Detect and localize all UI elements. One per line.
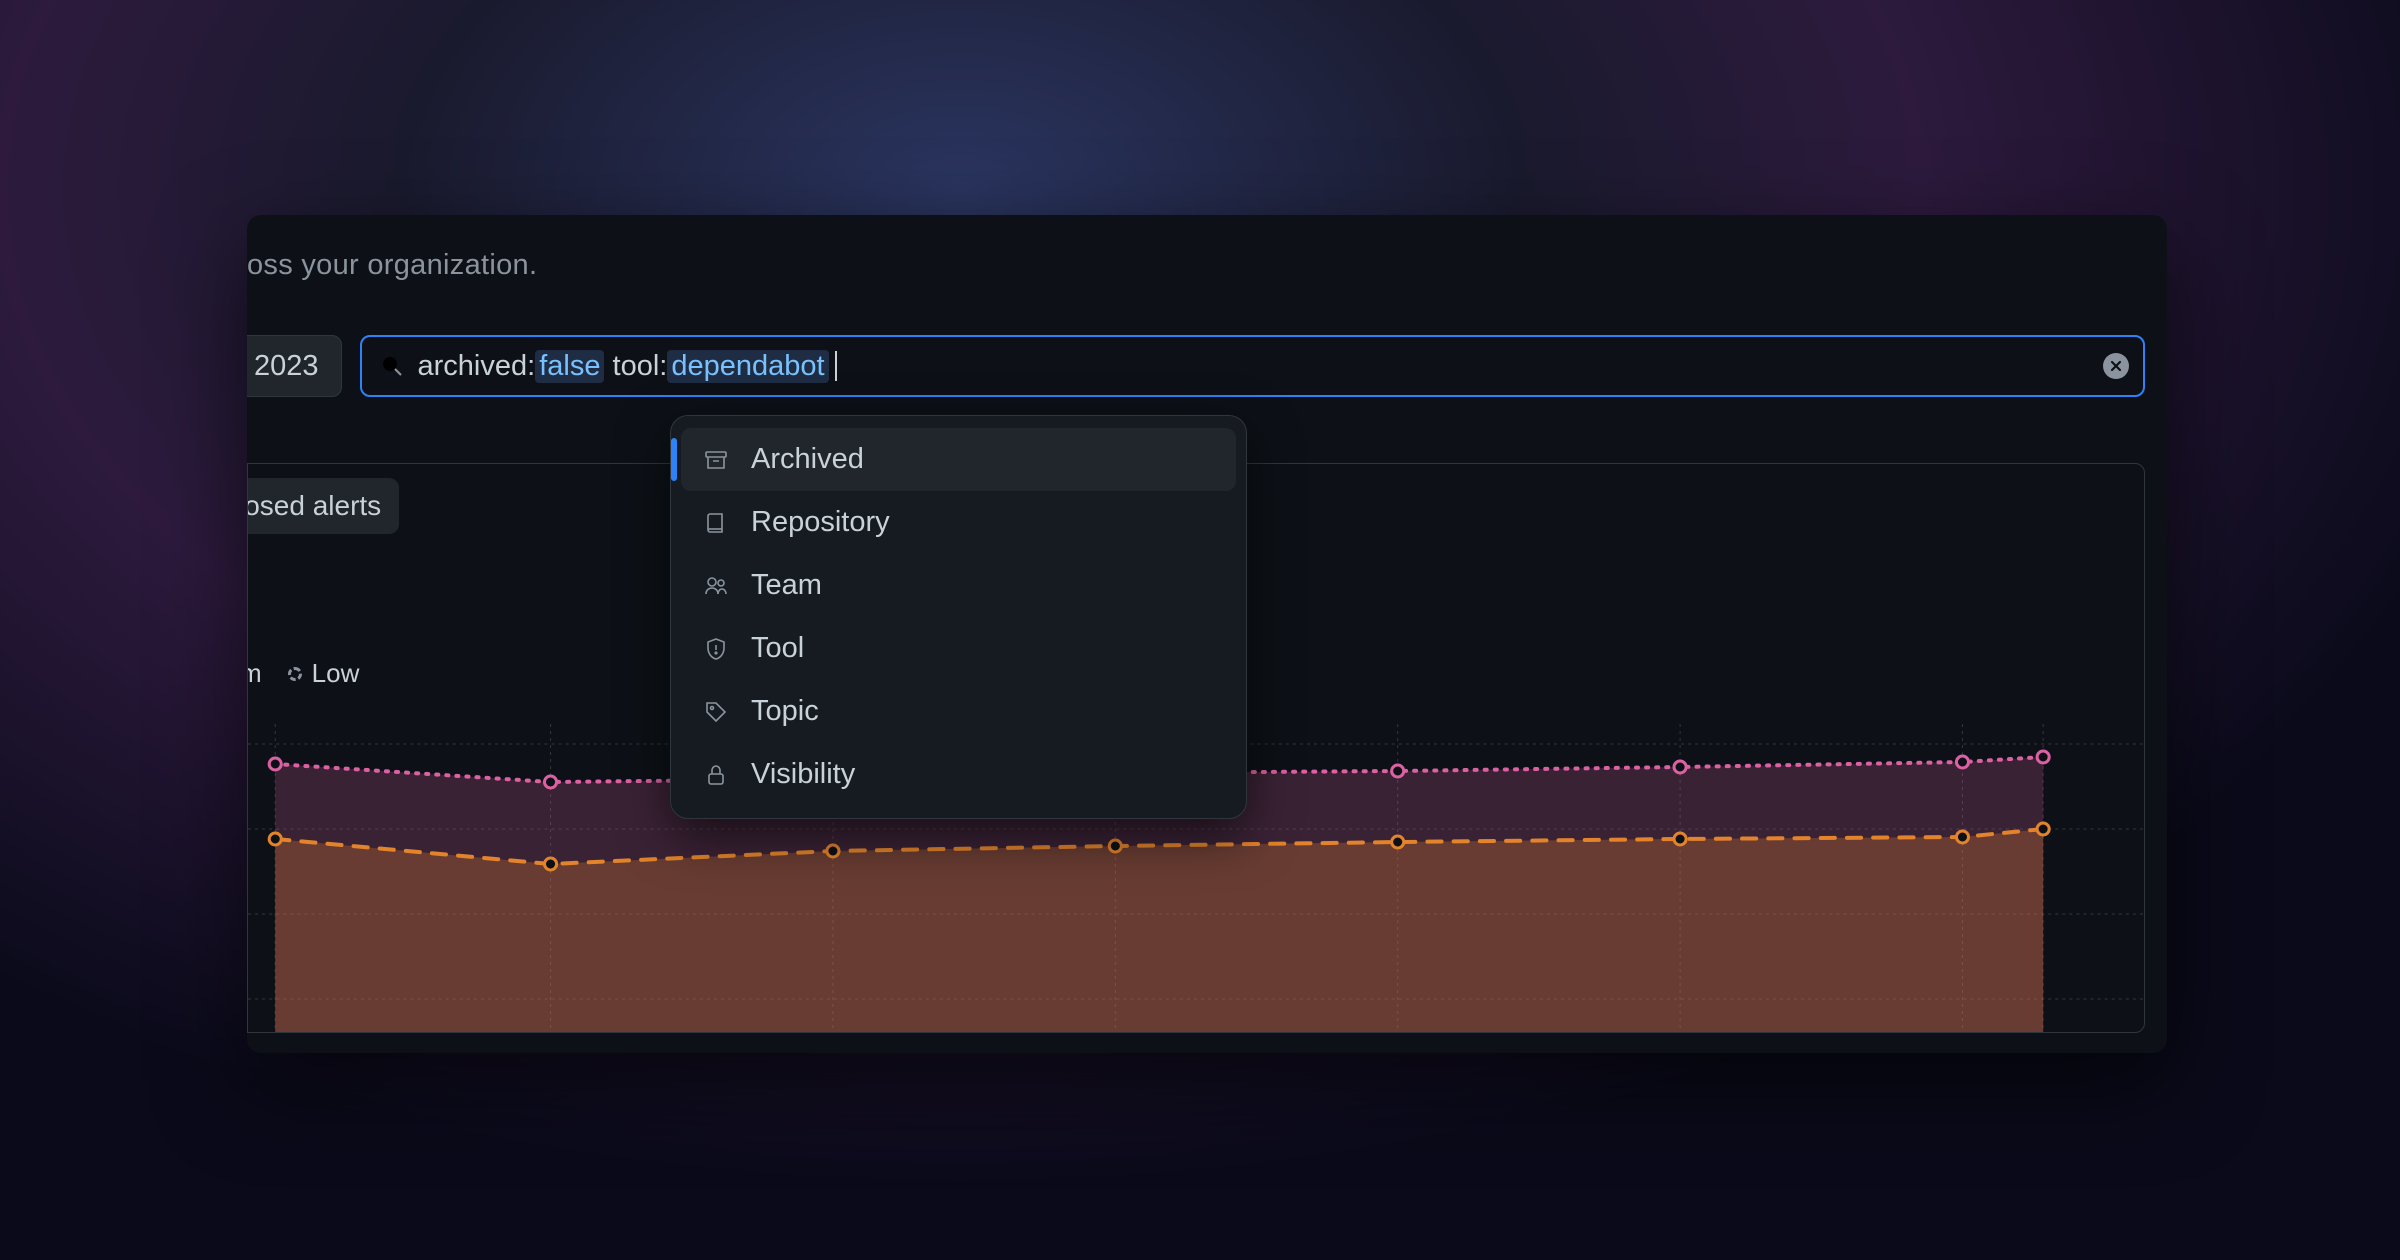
shield-icon: [703, 636, 729, 662]
text-cursor: [835, 351, 837, 381]
dropdown-item-tool[interactable]: Tool: [681, 617, 1236, 680]
tab-closed-alerts[interactable]: losed alerts: [247, 478, 399, 534]
search-icon: [380, 354, 404, 378]
clear-search-button[interactable]: [2103, 353, 2129, 379]
dropdown-item-label: Tool: [751, 632, 804, 665]
repo-icon: [703, 510, 729, 536]
filter-row: 2023 archived:false tool:dependabot: [247, 335, 2145, 397]
search-filter-dropdown: Archived Repository Team Tool Topic Visi…: [670, 415, 1247, 819]
dropdown-item-label: Visibility: [751, 758, 855, 791]
search-input[interactable]: archived:false tool:dependabot: [360, 335, 2145, 397]
tag-icon: [703, 699, 729, 725]
dropdown-item-visibility[interactable]: Visibility: [681, 743, 1236, 806]
search-query-text: archived:false tool:dependabot: [418, 350, 2089, 383]
legend-marker-low: [288, 667, 302, 681]
dropdown-item-label: Archived: [751, 443, 864, 476]
date-filter-chip[interactable]: 2023: [247, 335, 342, 397]
dropdown-item-archived[interactable]: Archived: [681, 428, 1236, 491]
legend-item-low: Low: [288, 658, 360, 689]
lock-icon: [703, 762, 729, 788]
chart-tabs: losed alerts: [248, 478, 399, 534]
legend-item-partial: m: [247, 658, 262, 689]
team-icon: [703, 573, 729, 599]
dropdown-item-repository[interactable]: Repository: [681, 491, 1236, 554]
dropdown-item-team[interactable]: Team: [681, 554, 1236, 617]
archive-icon: [703, 447, 729, 473]
dropdown-item-label: Topic: [751, 695, 819, 728]
close-icon: [2103, 353, 2129, 379]
dropdown-item-topic[interactable]: Topic: [681, 680, 1236, 743]
dropdown-item-label: Team: [751, 569, 822, 602]
chart-legend: m Low: [248, 658, 359, 689]
dropdown-item-label: Repository: [751, 506, 890, 539]
page-subtitle-fragment: oss your organization.: [247, 249, 537, 282]
